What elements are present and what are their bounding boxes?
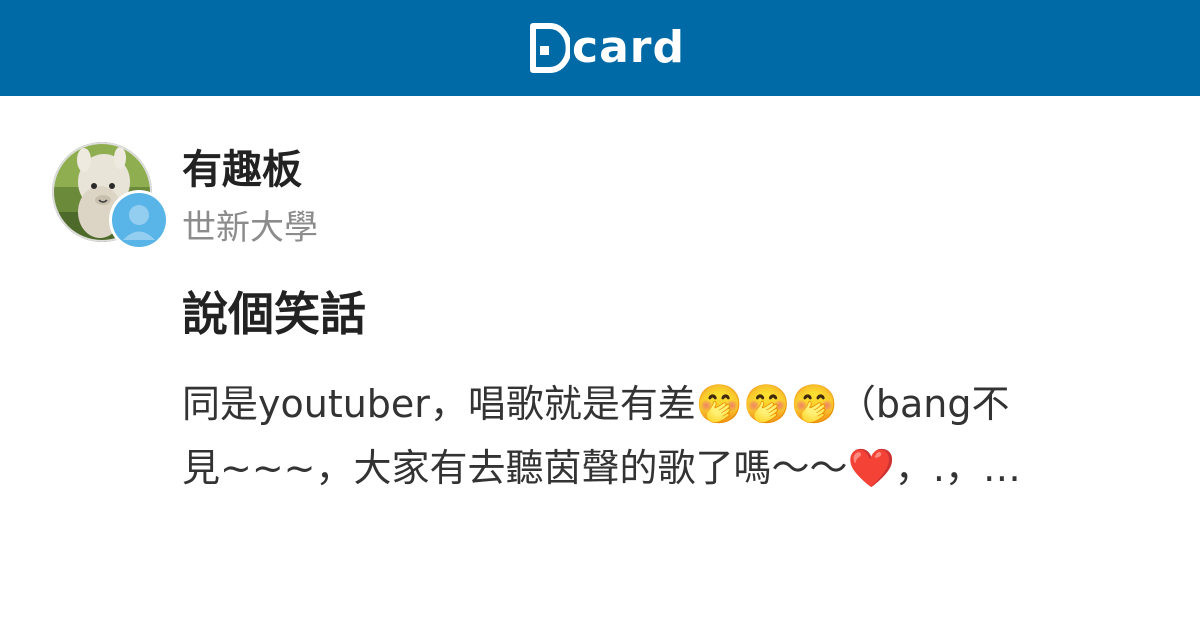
post-excerpt-line: 見~~~，大家有去聽茵聲的歌了嗎〜〜❤️，.，… bbox=[182, 446, 1021, 490]
author-avatar[interactable] bbox=[52, 142, 169, 250]
post-title[interactable]: 說個笑話 bbox=[182, 284, 366, 344]
user-badge bbox=[109, 190, 169, 250]
post-excerpt[interactable]: 同是youtuber，唱歌就是有差🤭🤭🤭（bang不 見~~~，大家有去聽茵聲的… bbox=[182, 372, 1152, 500]
anonymous-user-icon bbox=[112, 193, 166, 247]
forum-name[interactable]: 有趣板 bbox=[182, 144, 302, 196]
school-name: 世新大學 bbox=[182, 208, 318, 248]
logo-text: card bbox=[572, 22, 685, 73]
top-bar: card bbox=[0, 0, 1200, 96]
post-excerpt-line: 同是youtuber，唱歌就是有差🤭🤭🤭（bang不 bbox=[182, 382, 1010, 426]
dcard-d-icon bbox=[530, 23, 570, 73]
dcard-logo[interactable]: card bbox=[530, 20, 685, 76]
